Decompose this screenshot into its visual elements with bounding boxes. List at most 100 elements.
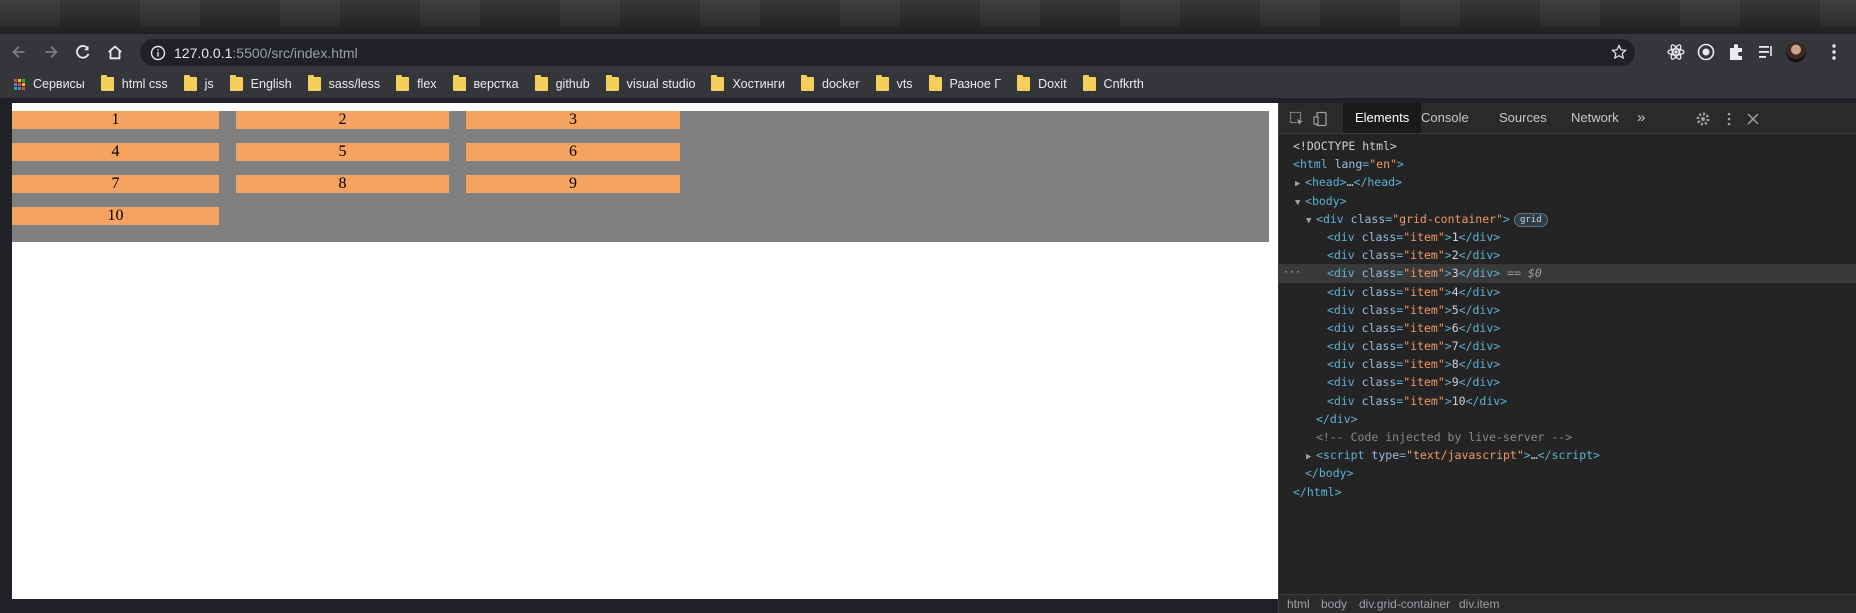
tag-name: div — [1472, 302, 1494, 317]
node-text: 5 — [1451, 302, 1459, 317]
tag-name: script — [1322, 448, 1365, 463]
bookmark-folder[interactable]: верстка — [452, 75, 519, 91]
profile-avatar[interactable] — [1786, 42, 1806, 62]
dom-item-node[interactable]: <div class="item">8</div> — [1279, 355, 1856, 373]
dom-item-node[interactable]: <div class="item">5</div> — [1279, 301, 1856, 319]
bookmark-folder[interactable]: docker — [801, 75, 860, 91]
dom-body-open[interactable]: ▼ <body> — [1279, 192, 1856, 210]
forward-button[interactable] — [38, 39, 64, 65]
attr-value: "item" — [1403, 266, 1445, 281]
dom-grid-container-close[interactable]: </div> — [1279, 410, 1856, 428]
bookmark-label: Сервисы — [33, 77, 85, 91]
tab-network[interactable]: Network — [1559, 103, 1631, 133]
settings-gear-icon[interactable] — [1695, 111, 1711, 127]
attr-name: class — [1361, 229, 1397, 244]
tag-name: div — [1329, 411, 1351, 426]
bookmark-folder[interactable]: visual studio — [605, 75, 695, 91]
tag-name: div — [1333, 266, 1355, 281]
folder-icon — [183, 75, 197, 91]
dom-item-node[interactable]: <div class="item">4</div> — [1279, 283, 1856, 301]
dom-item-node[interactable]: <div class="item">2</div> — [1279, 246, 1856, 264]
bookmark-folder[interactable]: github — [534, 75, 590, 91]
reading-list-icon[interactable] — [1756, 42, 1776, 62]
attr-value: "grid-container" — [1392, 211, 1503, 226]
bookmark-label: js — [204, 77, 214, 91]
home-icon — [108, 45, 122, 60]
attr-value: "text/javascript" — [1406, 448, 1524, 463]
bookmark-folder[interactable]: html css — [100, 75, 168, 91]
attr-name: class — [1361, 339, 1397, 354]
folder-icon — [801, 75, 815, 91]
dom-comment[interactable]: <!-- Code injected by live-server --> — [1279, 428, 1856, 446]
dom-item-node[interactable]: <div class="item">7</div> — [1279, 337, 1856, 355]
bookmark-label: flex — [417, 77, 437, 91]
bookmark-apps[interactable]: Сервисы — [14, 77, 85, 91]
dom-html-close[interactable]: </html> — [1279, 483, 1856, 501]
dom-head[interactable]: ▶ <head>…</head> — [1279, 173, 1856, 191]
breadcrumb-item[interactable]: div.item — [1459, 597, 1499, 611]
bookmark-label: html css — [121, 77, 168, 91]
bookmark-folder[interactable]: flex — [396, 75, 437, 91]
back-button[interactable] — [6, 39, 32, 65]
tag-name: div — [1333, 339, 1355, 354]
home-button[interactable] — [102, 39, 128, 65]
breadcrumb-item[interactable]: div.grid-container — [1359, 597, 1450, 611]
more-tabs-button[interactable]: » — [1625, 103, 1657, 133]
dom-item-node[interactable]: <div class="item">1</div> — [1279, 228, 1856, 246]
dom-grid-container-open[interactable]: ▼ <div class="grid-container"> grid — [1279, 210, 1856, 228]
url-host: 127.0.0.1 — [174, 44, 233, 61]
address-bar[interactable]: 127.0.0.1:5500/src/index.html — [140, 39, 1635, 66]
folder-icon — [396, 75, 410, 91]
tag-name: script — [1551, 448, 1594, 463]
attr-value: "item" — [1403, 284, 1445, 299]
bookmark-folder[interactable]: vts — [875, 75, 913, 91]
dom-item-node[interactable]: <div class="item">9</div> — [1279, 373, 1856, 391]
breadcrumb-item[interactable]: html — [1287, 597, 1310, 611]
tab-console[interactable]: Console — [1409, 103, 1481, 133]
node-text: 2 — [1451, 248, 1459, 263]
bookmark-folder[interactable]: js — [183, 75, 214, 91]
attr-value: "item" — [1403, 393, 1445, 408]
react-devtools-icon[interactable] — [1666, 42, 1686, 62]
dom-item-node[interactable]: <div class="item">6</div> — [1279, 319, 1856, 337]
site-info-icon[interactable] — [150, 45, 166, 61]
device-toolbar-icon[interactable] — [1313, 111, 1329, 127]
dom-script[interactable]: ▶ <script type="text/javascript">…</scrip… — [1279, 446, 1856, 464]
devtools-tabbar: Elements Console Sources Network » — [1279, 103, 1856, 134]
url-text[interactable]: 127.0.0.1:5500/src/index.html — [174, 45, 358, 61]
record-extension-icon[interactable] — [1696, 42, 1716, 62]
inspect-element-icon[interactable] — [1289, 111, 1305, 127]
dom-doctype[interactable]: <!DOCTYPE html> — [1279, 137, 1856, 155]
dom-item-node[interactable]: ··· <div class="item">3</div> == $0 — [1279, 264, 1856, 283]
bookmark-folder[interactable]: English — [229, 75, 292, 91]
dom-tree: <!DOCTYPE html> <html lang="en"> ▶ <head>… — [1279, 137, 1856, 501]
grid-badge[interactable]: grid — [1513, 212, 1548, 227]
browser-menu-icon[interactable] — [1824, 42, 1844, 62]
devtools-panel: Elements Console Sources Network » <!DOC… — [1278, 103, 1856, 613]
node-text: 1 — [1451, 229, 1459, 244]
folder-icon — [928, 75, 942, 91]
bookmark-folder[interactable]: sass/less — [307, 75, 381, 91]
bookmark-folder[interactable]: Разное Г — [928, 75, 1001, 91]
dom-html-open[interactable]: <html lang="en"> — [1279, 155, 1856, 173]
bookmark-folder[interactable]: Doxit — [1017, 75, 1067, 91]
devtools-menu-icon[interactable] — [1721, 111, 1737, 127]
bookmark-star-icon[interactable] — [1611, 44, 1627, 60]
bookmark-folder[interactable]: Хостинги — [711, 75, 785, 91]
reload-button[interactable] — [70, 39, 96, 65]
attr-value: "en" — [1369, 157, 1397, 172]
bookmark-label: sass/less — [328, 77, 381, 91]
grid-item: 3 — [466, 111, 680, 129]
tag-name: div — [1333, 320, 1355, 335]
breadcrumb-item[interactable]: body — [1321, 597, 1347, 611]
node-actions-icon[interactable]: ··· — [1283, 264, 1301, 282]
close-devtools-icon[interactable] — [1745, 111, 1761, 127]
bookmark-label: верстка — [473, 77, 519, 91]
bookmark-folder[interactable]: Cnfkrth — [1082, 75, 1144, 91]
tab-sources[interactable]: Sources — [1487, 103, 1559, 133]
grid-item: 2 — [236, 111, 449, 129]
extensions-puzzle-icon[interactable] — [1726, 42, 1746, 62]
dom-item-node[interactable]: <div class="item">10</div> — [1279, 392, 1856, 410]
attr-name: class — [1361, 393, 1397, 408]
dom-body-close[interactable]: </body> — [1279, 464, 1856, 482]
